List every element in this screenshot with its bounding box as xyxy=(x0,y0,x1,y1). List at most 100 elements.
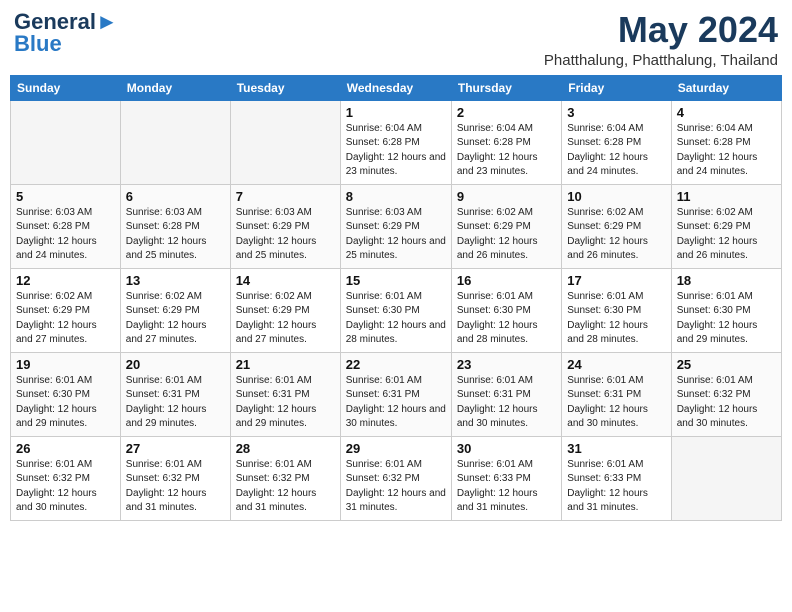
day-info: Sunrise: 6:02 AMSunset: 6:29 PMDaylight:… xyxy=(677,206,776,264)
day-info: Sunrise: 6:01 AMSunset: 6:31 PMDaylight:… xyxy=(457,374,556,432)
day-number: 17 xyxy=(567,273,665,288)
calendar-week-row: 5 Sunrise: 6:03 AMSunset: 6:28 PMDaylight… xyxy=(11,184,782,268)
day-info: Sunrise: 6:03 AMSunset: 6:28 PMDaylight:… xyxy=(126,206,225,264)
day-info: Sunrise: 6:01 AMSunset: 6:32 PMDaylight:… xyxy=(677,374,776,432)
logo: General► Blue xyxy=(14,10,118,56)
day-number: 3 xyxy=(567,105,665,120)
calendar-cell: 20 Sunrise: 6:01 AMSunset: 6:31 PMDayligh… xyxy=(120,352,230,436)
day-number: 10 xyxy=(567,189,665,204)
calendar-table: SundayMondayTuesdayWednesdayThursdayFrid… xyxy=(10,75,782,521)
day-info: Sunrise: 6:01 AMSunset: 6:30 PMDaylight:… xyxy=(457,290,556,348)
calendar-cell: 10 Sunrise: 6:02 AMSunset: 6:29 PMDayligh… xyxy=(562,184,671,268)
day-number: 23 xyxy=(457,357,556,372)
weekday-header-monday: Monday xyxy=(120,75,230,100)
logo-blue: Blue xyxy=(14,32,62,56)
day-number: 21 xyxy=(236,357,335,372)
day-number: 22 xyxy=(346,357,446,372)
day-info: Sunrise: 6:01 AMSunset: 6:32 PMDaylight:… xyxy=(236,458,335,516)
weekday-header-sunday: Sunday xyxy=(11,75,121,100)
calendar-cell: 30Sunrise: 6:01 AMSunset: 6:33 PMDayligh… xyxy=(451,436,561,520)
weekday-header-wednesday: Wednesday xyxy=(340,75,451,100)
weekday-header-thursday: Thursday xyxy=(451,75,561,100)
day-info: Sunrise: 6:01 AMSunset: 6:30 PMDaylight:… xyxy=(16,374,115,432)
calendar-cell: 6Sunrise: 6:03 AMSunset: 6:28 PMDaylight… xyxy=(120,184,230,268)
day-number: 15 xyxy=(346,273,446,288)
day-info: Sunrise: 6:04 AMSunset: 6:28 PMDaylight:… xyxy=(677,122,776,180)
calendar-cell: 17Sunrise: 6:01 AMSunset: 6:30 PMDayligh… xyxy=(562,268,671,352)
day-number: 19 xyxy=(16,357,115,372)
day-number: 4 xyxy=(677,105,776,120)
page-header: General► Blue May 2024 Phatthalung, Phat… xyxy=(10,10,782,69)
calendar-cell xyxy=(120,100,230,184)
calendar-cell: 22 Sunrise: 6:01 AMSunset: 6:31 PMDayligh… xyxy=(340,352,451,436)
calendar-cell: 4 Sunrise: 6:04 AMSunset: 6:28 PMDaylight… xyxy=(671,100,781,184)
calendar-cell: 23 Sunrise: 6:01 AMSunset: 6:31 PMDayligh… xyxy=(451,352,561,436)
location: Phatthalung, Phatthalung, Thailand xyxy=(544,52,778,69)
weekday-header-saturday: Saturday xyxy=(671,75,781,100)
day-number: 20 xyxy=(126,357,225,372)
day-number: 25 xyxy=(677,357,776,372)
day-info: Sunrise: 6:04 AMSunset: 6:28 PMDaylight:… xyxy=(346,122,446,180)
day-info: Sunrise: 6:03 AMSunset: 6:29 PMDaylight:… xyxy=(346,206,446,264)
day-info: Sunrise: 6:01 AMSunset: 6:32 PMDaylight:… xyxy=(126,458,225,516)
day-number: 24 xyxy=(567,357,665,372)
day-info: Sunrise: 6:01 AMSunset: 6:33 PMDaylight:… xyxy=(567,458,665,516)
calendar-cell: 9Sunrise: 6:02 AMSunset: 6:29 PMDaylight… xyxy=(451,184,561,268)
day-number: 11 xyxy=(677,189,776,204)
calendar-cell: 18Sunrise: 6:01 AMSunset: 6:30 PMDayligh… xyxy=(671,268,781,352)
calendar-cell xyxy=(11,100,121,184)
calendar-week-row: 12 Sunrise: 6:02 AMSunset: 6:29 PMDayligh… xyxy=(11,268,782,352)
day-info: Sunrise: 6:01 AMSunset: 6:33 PMDaylight:… xyxy=(457,458,556,516)
calendar-cell: 13 Sunrise: 6:02 AMSunset: 6:29 PMDayligh… xyxy=(120,268,230,352)
day-info: Sunrise: 6:03 AMSunset: 6:28 PMDaylight:… xyxy=(16,206,115,264)
calendar-cell: 12Sunrise: 6:02 AMSunset: 6:29 PMDayligh… xyxy=(11,268,121,352)
day-number: 27 xyxy=(126,441,225,456)
day-number: 16 xyxy=(457,273,556,288)
day-number: 13 xyxy=(126,273,225,288)
day-info: Sunrise: 6:01 AMSunset: 6:31 PMDaylight:… xyxy=(236,374,335,432)
calendar-cell: 5 Sunrise: 6:03 AMSunset: 6:28 PMDaylight… xyxy=(11,184,121,268)
title-block: May 2024 Phatthalung, Phatthalung, Thail… xyxy=(544,10,778,69)
calendar-cell xyxy=(671,436,781,520)
calendar-cell: 7 Sunrise: 6:03 AMSunset: 6:29 PMDaylight… xyxy=(230,184,340,268)
calendar-cell: 26Sunrise: 6:01 AMSunset: 6:32 PMDayligh… xyxy=(11,436,121,520)
day-info: Sunrise: 6:03 AMSunset: 6:29 PMDaylight:… xyxy=(236,206,335,264)
day-info: Sunrise: 6:01 AMSunset: 6:31 PMDaylight:… xyxy=(126,374,225,432)
day-info: Sunrise: 6:02 AMSunset: 6:29 PMDaylight:… xyxy=(126,290,225,348)
calendar-cell: 24Sunrise: 6:01 AMSunset: 6:31 PMDayligh… xyxy=(562,352,671,436)
day-info: Sunrise: 6:01 AMSunset: 6:32 PMDaylight:… xyxy=(346,458,446,516)
calendar-cell: 16 Sunrise: 6:01 AMSunset: 6:30 PMDayligh… xyxy=(451,268,561,352)
day-info: Sunrise: 6:01 AMSunset: 6:30 PMDaylight:… xyxy=(346,290,446,348)
calendar-cell: 14Sunrise: 6:02 AMSunset: 6:29 PMDayligh… xyxy=(230,268,340,352)
calendar-cell: 25 Sunrise: 6:01 AMSunset: 6:32 PMDayligh… xyxy=(671,352,781,436)
calendar-header-row: SundayMondayTuesdayWednesdayThursdayFrid… xyxy=(11,75,782,100)
calendar-cell: 28 Sunrise: 6:01 AMSunset: 6:32 PMDayligh… xyxy=(230,436,340,520)
day-number: 1 xyxy=(346,105,446,120)
day-number: 28 xyxy=(236,441,335,456)
day-number: 31 xyxy=(567,441,665,456)
calendar-cell: 1 Sunrise: 6:04 AMSunset: 6:28 PMDaylight… xyxy=(340,100,451,184)
calendar-week-row: 1 Sunrise: 6:04 AMSunset: 6:28 PMDaylight… xyxy=(11,100,782,184)
day-number: 14 xyxy=(236,273,335,288)
day-number: 12 xyxy=(16,273,115,288)
day-info: Sunrise: 6:04 AMSunset: 6:28 PMDaylight:… xyxy=(567,122,665,180)
calendar-cell: 29Sunrise: 6:01 AMSunset: 6:32 PMDayligh… xyxy=(340,436,451,520)
calendar-cell: 3 Sunrise: 6:04 AMSunset: 6:28 PMDaylight… xyxy=(562,100,671,184)
day-number: 8 xyxy=(346,189,446,204)
day-info: Sunrise: 6:01 AMSunset: 6:31 PMDaylight:… xyxy=(346,374,446,432)
calendar-cell: 15 Sunrise: 6:01 AMSunset: 6:30 PMDayligh… xyxy=(340,268,451,352)
calendar-cell: 8 Sunrise: 6:03 AMSunset: 6:29 PMDaylight… xyxy=(340,184,451,268)
calendar-cell: 21 Sunrise: 6:01 AMSunset: 6:31 PMDayligh… xyxy=(230,352,340,436)
month-year: May 2024 xyxy=(544,10,778,50)
calendar-cell: 27 Sunrise: 6:01 AMSunset: 6:32 PMDayligh… xyxy=(120,436,230,520)
day-number: 7 xyxy=(236,189,335,204)
day-number: 26 xyxy=(16,441,115,456)
weekday-header-tuesday: Tuesday xyxy=(230,75,340,100)
calendar-cell: 31 Sunrise: 6:01 AMSunset: 6:33 PMDayligh… xyxy=(562,436,671,520)
weekday-header-friday: Friday xyxy=(562,75,671,100)
day-number: 18 xyxy=(677,273,776,288)
day-number: 2 xyxy=(457,105,556,120)
day-info: Sunrise: 6:02 AMSunset: 6:29 PMDaylight:… xyxy=(567,206,665,264)
day-number: 5 xyxy=(16,189,115,204)
calendar-week-row: 26 Sunrise: 6:01 AMSunset: 6:32 PMDayligh… xyxy=(11,436,782,520)
